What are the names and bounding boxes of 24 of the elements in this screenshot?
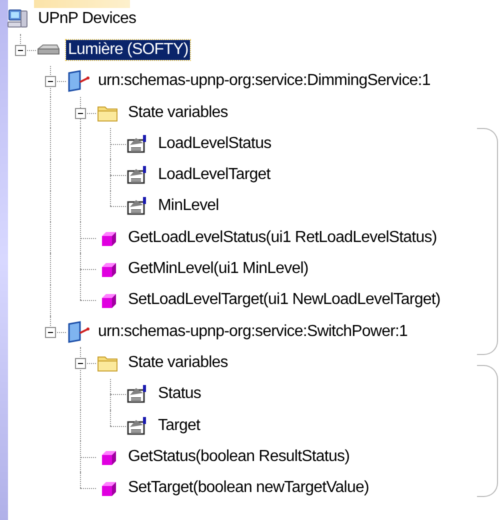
tree-item[interactable]: urn:schemas-upnp-org:service:DimmingService:1 <box>96 71 432 92</box>
tree-item[interactable]: State variables <box>126 352 230 373</box>
tree-item[interactable]: Target <box>156 416 202 436</box>
tree-item[interactable]: Status <box>156 384 203 404</box>
tree-item[interactable]: GetStatus(boolean ResultStatus) <box>126 446 352 467</box>
collapse-icon[interactable] <box>75 108 86 119</box>
tree-item[interactable]: State variables <box>126 102 230 123</box>
tree-item[interactable]: urn:schemas-upnp-org:service:SwitchPower:1 <box>96 322 410 342</box>
tree-item[interactable]: SetTarget(boolean newTargetValue) <box>126 478 371 498</box>
tree-item[interactable]: Lumière (SOFTY) <box>66 40 190 60</box>
computer-icon <box>6 8 30 30</box>
tree-item[interactable]: SetLoadLevelTarget(ui1 NewLoadLevelTarget) <box>126 290 442 310</box>
collapse-icon[interactable] <box>75 358 86 369</box>
collapse-icon[interactable] <box>45 326 56 338</box>
collapse-icon[interactable] <box>15 44 26 56</box>
tree-item[interactable]: GetLoadLevelStatus(ui1 RetLoadLevelStatus) <box>126 228 439 248</box>
tree-item[interactable]: GetMinLevel(ui1 MinLevel) <box>126 259 310 280</box>
tree-item[interactable]: MinLevel <box>156 196 221 216</box>
document-icon <box>66 320 90 343</box>
tree-item[interactable]: UPnP Devices <box>36 8 138 29</box>
tree-item[interactable]: LoadLevelStatus <box>156 134 274 154</box>
document-icon <box>66 70 90 92</box>
collapse-icon[interactable] <box>45 76 56 88</box>
tree-item[interactable]: LoadLevelTarget <box>156 165 272 186</box>
